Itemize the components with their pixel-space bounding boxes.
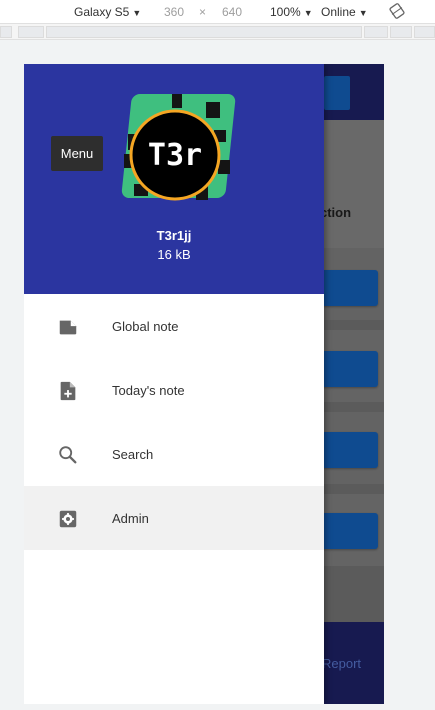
nav-item-label: Search xyxy=(112,447,154,462)
media-query-segment[interactable] xyxy=(46,26,362,38)
device-select[interactable]: Galaxy S5 ▼ xyxy=(74,5,141,19)
nav-item-admin[interactable]: Admin xyxy=(24,486,324,550)
nav-item-search[interactable]: Search xyxy=(24,422,324,486)
chevron-down-icon: ▼ xyxy=(132,8,142,18)
username: T3r1jj xyxy=(156,228,192,243)
user-avatar[interactable]: T3r xyxy=(114,94,236,216)
device-toolbar: Galaxy S5 ▼ 360 × 640 100% ▼ Online ▼ xyxy=(0,0,435,24)
device-name: Galaxy S5 xyxy=(74,5,130,19)
note-add-icon xyxy=(60,381,76,401)
network-value: Online xyxy=(321,5,356,19)
device-width-input[interactable]: 360 xyxy=(164,5,184,19)
menu-tooltip: Menu xyxy=(51,136,103,171)
rotate-icon[interactable] xyxy=(389,3,405,19)
zoom-value: 100% xyxy=(270,5,301,19)
search-icon xyxy=(59,446,77,464)
device-height-input[interactable]: 640 xyxy=(222,5,242,19)
zoom-select[interactable]: 100% ▼ xyxy=(270,5,313,19)
drawer-nav-list: Global note Today's note Search Admin xyxy=(24,294,324,550)
media-query-bar xyxy=(0,24,435,40)
drawer-header: T3r Menu T3r1jj 16 kB xyxy=(24,64,324,294)
media-query-segment[interactable] xyxy=(0,26,12,38)
media-query-segment[interactable] xyxy=(364,26,388,38)
dimension-separator: × xyxy=(199,5,207,19)
nav-item-global-note[interactable]: Global note xyxy=(24,294,324,358)
nav-item-todays-note[interactable]: Today's note xyxy=(24,358,324,422)
device-viewport: ction Report T3r Menu T3r1jj 16 kB Globa… xyxy=(24,64,384,704)
chevron-down-icon: ▼ xyxy=(358,8,368,18)
avatar-text: T3r xyxy=(148,138,202,173)
storage-size: 16 kB xyxy=(157,247,191,262)
network-throttle-select[interactable]: Online ▼ xyxy=(321,5,368,19)
nav-item-label: Global note xyxy=(112,319,179,334)
media-query-segment[interactable] xyxy=(414,26,435,38)
navigation-drawer: T3r Menu T3r1jj 16 kB Global note Today'… xyxy=(24,64,324,704)
media-query-segment[interactable] xyxy=(390,26,412,38)
media-query-segment[interactable] xyxy=(18,26,44,38)
note-icon xyxy=(59,320,77,335)
settings-icon xyxy=(59,510,77,528)
nav-item-label: Today's note xyxy=(112,383,185,398)
chevron-down-icon: ▼ xyxy=(303,8,313,18)
nav-item-label: Admin xyxy=(112,511,149,526)
